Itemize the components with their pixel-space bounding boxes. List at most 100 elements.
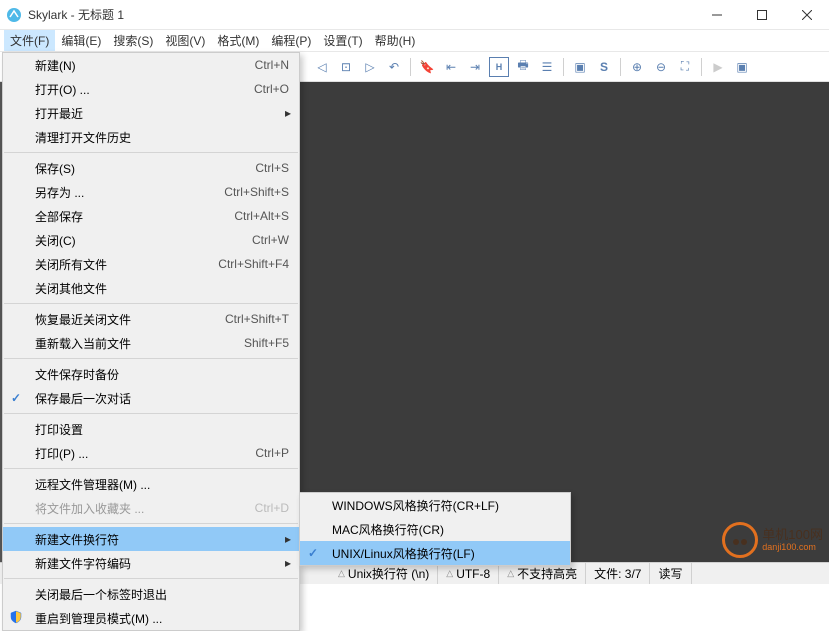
fullscreen-icon[interactable]: ⛶ bbox=[675, 57, 695, 77]
app-icon bbox=[6, 7, 22, 23]
menu-item-16[interactable]: ✓保存最后一次对话 bbox=[3, 386, 299, 410]
menu-item-6[interactable]: 另存为 ...Ctrl+Shift+S bbox=[3, 180, 299, 204]
menu-item-label: 清理打开文件历史 bbox=[35, 129, 289, 146]
watermark-url: danji100.com bbox=[762, 542, 823, 552]
nav-stop-icon[interactable]: ⊡ bbox=[336, 57, 356, 77]
status-fileinfo: 文件: 3/7 bbox=[586, 563, 650, 584]
zoom-out-icon[interactable]: ⊖ bbox=[651, 57, 671, 77]
menu-separator bbox=[4, 358, 298, 359]
prev-icon[interactable]: ⇤ bbox=[441, 57, 461, 77]
menu-item-shortcut: Ctrl+P bbox=[255, 446, 289, 460]
menu-item-label: 打开最近 bbox=[35, 105, 289, 122]
titlebar: Skylark - 无标题 1 bbox=[0, 0, 829, 30]
menu-item-25[interactable]: 新建文件字符编码▸ bbox=[3, 551, 299, 575]
tree-icon[interactable]: ☰ bbox=[537, 57, 557, 77]
next-icon[interactable]: ⇥ bbox=[465, 57, 485, 77]
menu-item-27[interactable]: 关闭最后一个标签时退出 bbox=[3, 582, 299, 606]
check-icon: ✓ bbox=[308, 546, 318, 560]
menu-search[interactable]: 搜索(S) bbox=[107, 30, 159, 51]
menu-item-label: 远程文件管理器(M) ... bbox=[35, 476, 289, 493]
submenu-item-label: UNIX/Linux风格换行符(LF) bbox=[332, 545, 475, 562]
menu-item-label: 新建文件换行符 bbox=[35, 531, 289, 548]
window-icon[interactable]: ▣ bbox=[570, 57, 590, 77]
menu-item-24[interactable]: 新建文件换行符▸ bbox=[3, 527, 299, 551]
submenu-item-2[interactable]: ✓ UNIX/Linux风格换行符(LF) bbox=[300, 541, 570, 565]
terminal-icon[interactable]: ▣ bbox=[732, 57, 752, 77]
menu-item-shortcut: Ctrl+N bbox=[255, 58, 289, 72]
menu-separator bbox=[4, 578, 298, 579]
menu-item-label: 重新载入当前文件 bbox=[35, 335, 244, 352]
menu-item-2[interactable]: 打开最近▸ bbox=[3, 101, 299, 125]
menu-item-12[interactable]: 恢复最近关闭文件Ctrl+Shift+T bbox=[3, 307, 299, 331]
menu-item-22: 将文件加入收藏夹 ...Ctrl+D bbox=[3, 496, 299, 520]
nav-right-icon[interactable]: ▷ bbox=[360, 57, 380, 77]
menu-item-10[interactable]: 关闭其他文件 bbox=[3, 276, 299, 300]
menu-item-shortcut: Ctrl+Shift+T bbox=[225, 312, 289, 326]
menu-item-shortcut: Ctrl+S bbox=[255, 161, 289, 175]
zoom-in-icon[interactable]: ⊕ bbox=[627, 57, 647, 77]
menu-item-9[interactable]: 关闭所有文件Ctrl+Shift+F4 bbox=[3, 252, 299, 276]
menu-item-label: 关闭其他文件 bbox=[35, 280, 289, 297]
snippet-icon[interactable]: S bbox=[594, 57, 614, 77]
menu-item-shortcut: Shift+F5 bbox=[244, 336, 289, 350]
menu-edit[interactable]: 编辑(E) bbox=[55, 30, 107, 51]
menu-item-8[interactable]: 关闭(C)Ctrl+W bbox=[3, 228, 299, 252]
status-encoding[interactable]: △UTF-8 bbox=[438, 563, 499, 584]
menu-separator bbox=[4, 303, 298, 304]
menu-item-label: 重启到管理员模式(M) ... bbox=[35, 610, 289, 627]
status-mode: 读写 bbox=[650, 563, 691, 584]
submenu-item-label: WINDOWS风格换行符(CR+LF) bbox=[332, 497, 499, 514]
menu-help[interactable]: 帮助(H) bbox=[369, 30, 422, 51]
nav-left-icon[interactable]: ◁ bbox=[312, 57, 332, 77]
menu-item-label: 保存最后一次对话 bbox=[35, 390, 289, 407]
toolbar-separator bbox=[563, 58, 564, 76]
bookmark-icon[interactable]: 🔖 bbox=[417, 57, 437, 77]
menu-item-15[interactable]: 文件保存时备份 bbox=[3, 362, 299, 386]
menu-file[interactable]: 文件(F) bbox=[4, 30, 55, 51]
menu-item-19[interactable]: 打印(P) ...Ctrl+P bbox=[3, 441, 299, 465]
hex-icon[interactable]: H bbox=[489, 57, 509, 77]
menu-item-label: 新建(N) bbox=[35, 57, 255, 74]
menu-item-label: 关闭所有文件 bbox=[35, 256, 218, 273]
menu-programming[interactable]: 编程(P) bbox=[265, 30, 317, 51]
undo-icon[interactable]: ↶ bbox=[384, 57, 404, 77]
status-highlight[interactable]: △不支持高亮 bbox=[499, 563, 586, 584]
menu-item-label: 关闭最后一个标签时退出 bbox=[35, 586, 289, 603]
close-button[interactable] bbox=[784, 0, 829, 30]
menu-separator bbox=[4, 523, 298, 524]
menu-item-0[interactable]: 新建(N)Ctrl+N bbox=[3, 53, 299, 77]
menu-separator bbox=[4, 468, 298, 469]
menu-settings[interactable]: 设置(T) bbox=[317, 30, 368, 51]
menu-item-5[interactable]: 保存(S)Ctrl+S bbox=[3, 156, 299, 180]
toolbar-separator bbox=[410, 58, 411, 76]
submenu-arrow-icon: ▸ bbox=[285, 106, 291, 120]
submenu-arrow-icon: ▸ bbox=[285, 556, 291, 570]
menu-item-1[interactable]: 打开(O) ...Ctrl+O bbox=[3, 77, 299, 101]
menu-item-21[interactable]: 远程文件管理器(M) ... bbox=[3, 472, 299, 496]
minimize-button[interactable] bbox=[694, 0, 739, 30]
menu-item-7[interactable]: 全部保存Ctrl+Alt+S bbox=[3, 204, 299, 228]
menu-item-label: 另存为 ... bbox=[35, 184, 224, 201]
eol-submenu: WINDOWS风格换行符(CR+LF) MAC风格换行符(CR) ✓ UNIX/Lin… bbox=[299, 492, 571, 566]
menu-item-shortcut: Ctrl+Shift+S bbox=[224, 185, 289, 199]
submenu-item-0[interactable]: WINDOWS风格换行符(CR+LF) bbox=[300, 493, 570, 517]
maximize-button[interactable] bbox=[739, 0, 784, 30]
submenu-item-1[interactable]: MAC风格换行符(CR) bbox=[300, 517, 570, 541]
menu-item-3[interactable]: 清理打开文件历史 bbox=[3, 125, 299, 149]
menu-view[interactable]: 视图(V) bbox=[159, 30, 211, 51]
menu-item-label: 打印(P) ... bbox=[35, 445, 255, 462]
print-icon[interactable]: 🖶 bbox=[513, 57, 533, 77]
watermark-text: 单机100网 bbox=[762, 528, 823, 542]
menu-format[interactable]: 格式(M) bbox=[211, 30, 265, 51]
menu-item-13[interactable]: 重新载入当前文件Shift+F5 bbox=[3, 331, 299, 355]
run-icon[interactable]: ▶ bbox=[708, 57, 728, 77]
menu-item-18[interactable]: 打印设置 bbox=[3, 417, 299, 441]
menu-item-label: 打印设置 bbox=[35, 421, 289, 438]
window-controls bbox=[694, 0, 829, 30]
status-eol[interactable]: △Unix换行符 (\n) bbox=[330, 563, 438, 584]
submenu-item-label: MAC风格换行符(CR) bbox=[332, 521, 444, 538]
toolbar-separator bbox=[620, 58, 621, 76]
menu-item-28[interactable]: 重启到管理员模式(M) ... bbox=[3, 606, 299, 630]
watermark-logo-icon bbox=[722, 522, 758, 558]
shield-icon bbox=[9, 610, 23, 627]
